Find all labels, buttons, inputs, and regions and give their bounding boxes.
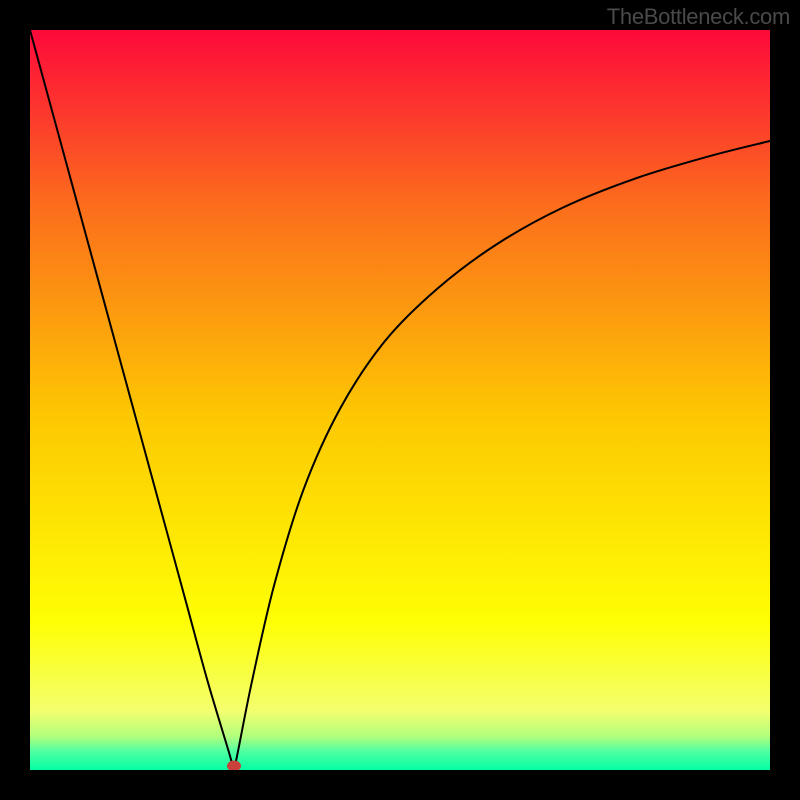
plot-area — [30, 30, 770, 770]
watermark-text: TheBottleneck.com — [607, 4, 790, 30]
minimum-marker — [227, 761, 241, 770]
curve-path — [30, 30, 770, 770]
bottleneck-curve — [30, 30, 770, 770]
